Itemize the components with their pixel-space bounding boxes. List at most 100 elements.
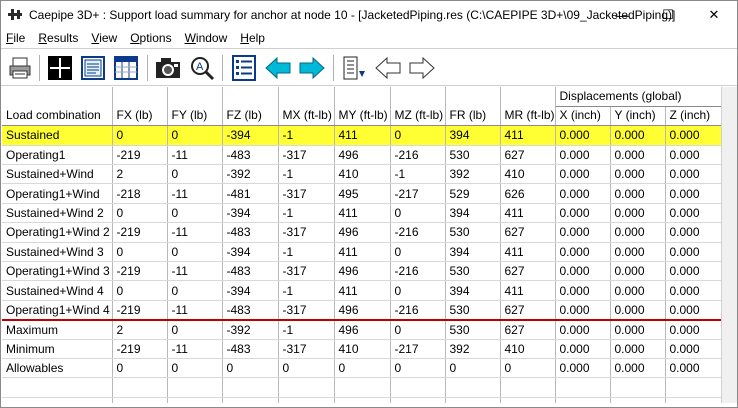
table-row[interactable]: Allowables 0 0 0 0 0 0 0 0 0.000 0.000 0.000 xyxy=(2,358,721,379)
cell-fz[interactable]: -483 xyxy=(222,145,279,166)
cell-fz[interactable]: -392 xyxy=(222,164,279,185)
cell-fz[interactable]: -394 xyxy=(222,125,279,146)
menu-file[interactable]: File xyxy=(1,31,32,45)
previous-button[interactable] xyxy=(263,53,293,83)
header-fz[interactable]: FZ (lb) xyxy=(222,87,279,127)
cell-mx[interactable]: 0 xyxy=(278,358,335,379)
cell-mx[interactable]: -1 xyxy=(278,203,335,224)
print-button[interactable] xyxy=(5,53,35,83)
cell-fx[interactable]: 2 xyxy=(112,164,168,185)
cell-load-combination[interactable]: Minimum xyxy=(2,339,113,359)
cell-mz[interactable]: -217 xyxy=(390,183,446,204)
cell-mr[interactable]: 411 xyxy=(500,280,556,301)
cell-y[interactable]: 0.000 xyxy=(610,280,666,301)
cell-fr[interactable]: 392 xyxy=(445,164,501,185)
table-row[interactable]: Sustained+Wind 3 0 0 -394 -1 411 0 394 411 0.000 0… xyxy=(2,242,721,263)
cell-fy[interactable]: 0 xyxy=(167,203,223,224)
cell-my[interactable]: 496 xyxy=(334,261,391,282)
cell-mx[interactable]: -317 xyxy=(278,261,335,282)
cell-mr[interactable]: 411 xyxy=(500,125,556,146)
camera-button[interactable] xyxy=(153,53,183,83)
cell-x[interactable]: 0.000 xyxy=(555,339,611,359)
table-row[interactable]: Operating1 -219 -11 -483 -317 496 -216 530 627 0.… xyxy=(2,145,721,166)
header-x[interactable]: X (inch) xyxy=(555,106,611,127)
cell-mr[interactable]: 411 xyxy=(500,203,556,224)
menu-view[interactable]: View xyxy=(85,31,124,45)
cell-mz[interactable]: 0 xyxy=(390,280,446,301)
cell-my[interactable]: 411 xyxy=(334,242,391,263)
cell-mx[interactable]: -317 xyxy=(278,222,335,243)
cell-fy[interactable]: 0 xyxy=(167,358,223,379)
table-row[interactable]: Sustained+Wind 4 0 0 -394 -1 411 0 394 411 0.000 0… xyxy=(2,280,721,301)
cell-mx[interactable]: -1 xyxy=(278,280,335,301)
table-row[interactable]: Minimum -219 -11 -483 -317 410 -217 392 410 0.000… xyxy=(2,339,721,359)
header-fy[interactable]: FY (lb) xyxy=(167,87,223,127)
cell-fy[interactable]: -11 xyxy=(167,183,223,204)
cell-mr[interactable]: 627 xyxy=(500,145,556,166)
cell-fz[interactable]: -392 xyxy=(222,319,279,340)
cell-fr[interactable]: 530 xyxy=(445,145,501,166)
next-button[interactable] xyxy=(297,53,327,83)
cell-fy[interactable]: 0 xyxy=(167,125,223,146)
header-z[interactable]: Z (inch) xyxy=(665,106,721,127)
cell-z[interactable]: 0.000 xyxy=(665,242,721,263)
cell-fy[interactable]: -11 xyxy=(167,222,223,243)
cell-x[interactable]: 0.000 xyxy=(555,125,611,146)
cell-z[interactable]: 0.000 xyxy=(665,261,721,282)
cell-mr[interactable]: 627 xyxy=(500,261,556,282)
cell-y[interactable]: 0.000 xyxy=(610,319,666,340)
cell-y[interactable]: 0.000 xyxy=(610,125,666,146)
cell-my[interactable]: 411 xyxy=(334,203,391,224)
cell-fr[interactable]: 394 xyxy=(445,125,501,146)
cell-my[interactable]: 496 xyxy=(334,145,391,166)
back-button[interactable] xyxy=(373,53,403,83)
cell-fx[interactable]: 0 xyxy=(112,280,168,301)
cell-mz[interactable]: 0 xyxy=(390,358,446,379)
table-row[interactable]: Operating1+Wind 3 -219 -11 -483 -317 496 -216 5… xyxy=(2,261,721,282)
cell-fz[interactable]: -394 xyxy=(222,242,279,263)
cell-mx[interactable]: -317 xyxy=(278,339,335,359)
menu-results[interactable]: Results xyxy=(32,31,85,45)
cell-y[interactable]: 0.000 xyxy=(610,164,666,185)
cell-fx[interactable]: 0 xyxy=(112,125,168,146)
menu-options[interactable]: Options xyxy=(124,31,178,45)
header-fx[interactable]: FX (lb) xyxy=(112,87,168,127)
list-button[interactable] xyxy=(229,53,259,83)
title-bar[interactable]: Caepipe 3D+ : Support load summary for a… xyxy=(1,1,737,29)
cell-x[interactable]: 0.000 xyxy=(555,319,611,340)
cell-my[interactable]: 496 xyxy=(334,319,391,340)
cell-mz[interactable]: -216 xyxy=(390,261,446,282)
zoom-button[interactable]: A xyxy=(187,53,217,83)
header-my[interactable]: MY (ft-lb) xyxy=(334,87,391,127)
cell-mr[interactable]: 411 xyxy=(500,242,556,263)
cell-fr[interactable]: 529 xyxy=(445,183,501,204)
cell-mz[interactable]: -216 xyxy=(390,300,446,321)
cell-fy[interactable]: 0 xyxy=(167,280,223,301)
forward-button[interactable] xyxy=(407,53,437,83)
cell-mx[interactable]: -317 xyxy=(278,183,335,204)
cell-fz[interactable]: -483 xyxy=(222,222,279,243)
cell-x[interactable]: 0.000 xyxy=(555,242,611,263)
cell-mx[interactable]: -317 xyxy=(278,300,335,321)
menu-window[interactable]: Window xyxy=(179,31,235,45)
cell-z[interactable]: 0.000 xyxy=(665,164,721,185)
cell-my[interactable]: 410 xyxy=(334,164,391,185)
cell-fr[interactable]: 394 xyxy=(445,203,501,224)
cell-mr[interactable]: 0 xyxy=(500,358,556,379)
cell-mr[interactable]: 627 xyxy=(500,319,556,340)
cell-mz[interactable]: -216 xyxy=(390,222,446,243)
cell-x[interactable]: 0.000 xyxy=(555,280,611,301)
cell-fx[interactable]: 0 xyxy=(112,203,168,224)
cell-z[interactable]: 0.000 xyxy=(665,319,721,340)
cell-z[interactable]: 0.000 xyxy=(665,222,721,243)
table-row[interactable]: Sustained+Wind 2 0 0 -394 -1 411 0 394 411 0.000 0… xyxy=(2,203,721,224)
cell-my[interactable]: 496 xyxy=(334,222,391,243)
table-row[interactable]: Operating1+Wind 4 -219 -11 -483 -317 496 -216 5… xyxy=(2,300,721,321)
table-row[interactable]: Sustained+Wind 2 0 -392 -1 410 -1 392 410 0.000 0.… xyxy=(2,164,721,185)
cell-my[interactable]: 0 xyxy=(334,358,391,379)
cell-fy[interactable]: 0 xyxy=(167,319,223,340)
cell-fx[interactable]: -218 xyxy=(112,183,168,204)
cell-z[interactable]: 0.000 xyxy=(665,145,721,166)
cell-fy[interactable]: 0 xyxy=(167,164,223,185)
cell-z[interactable]: 0.000 xyxy=(665,183,721,204)
